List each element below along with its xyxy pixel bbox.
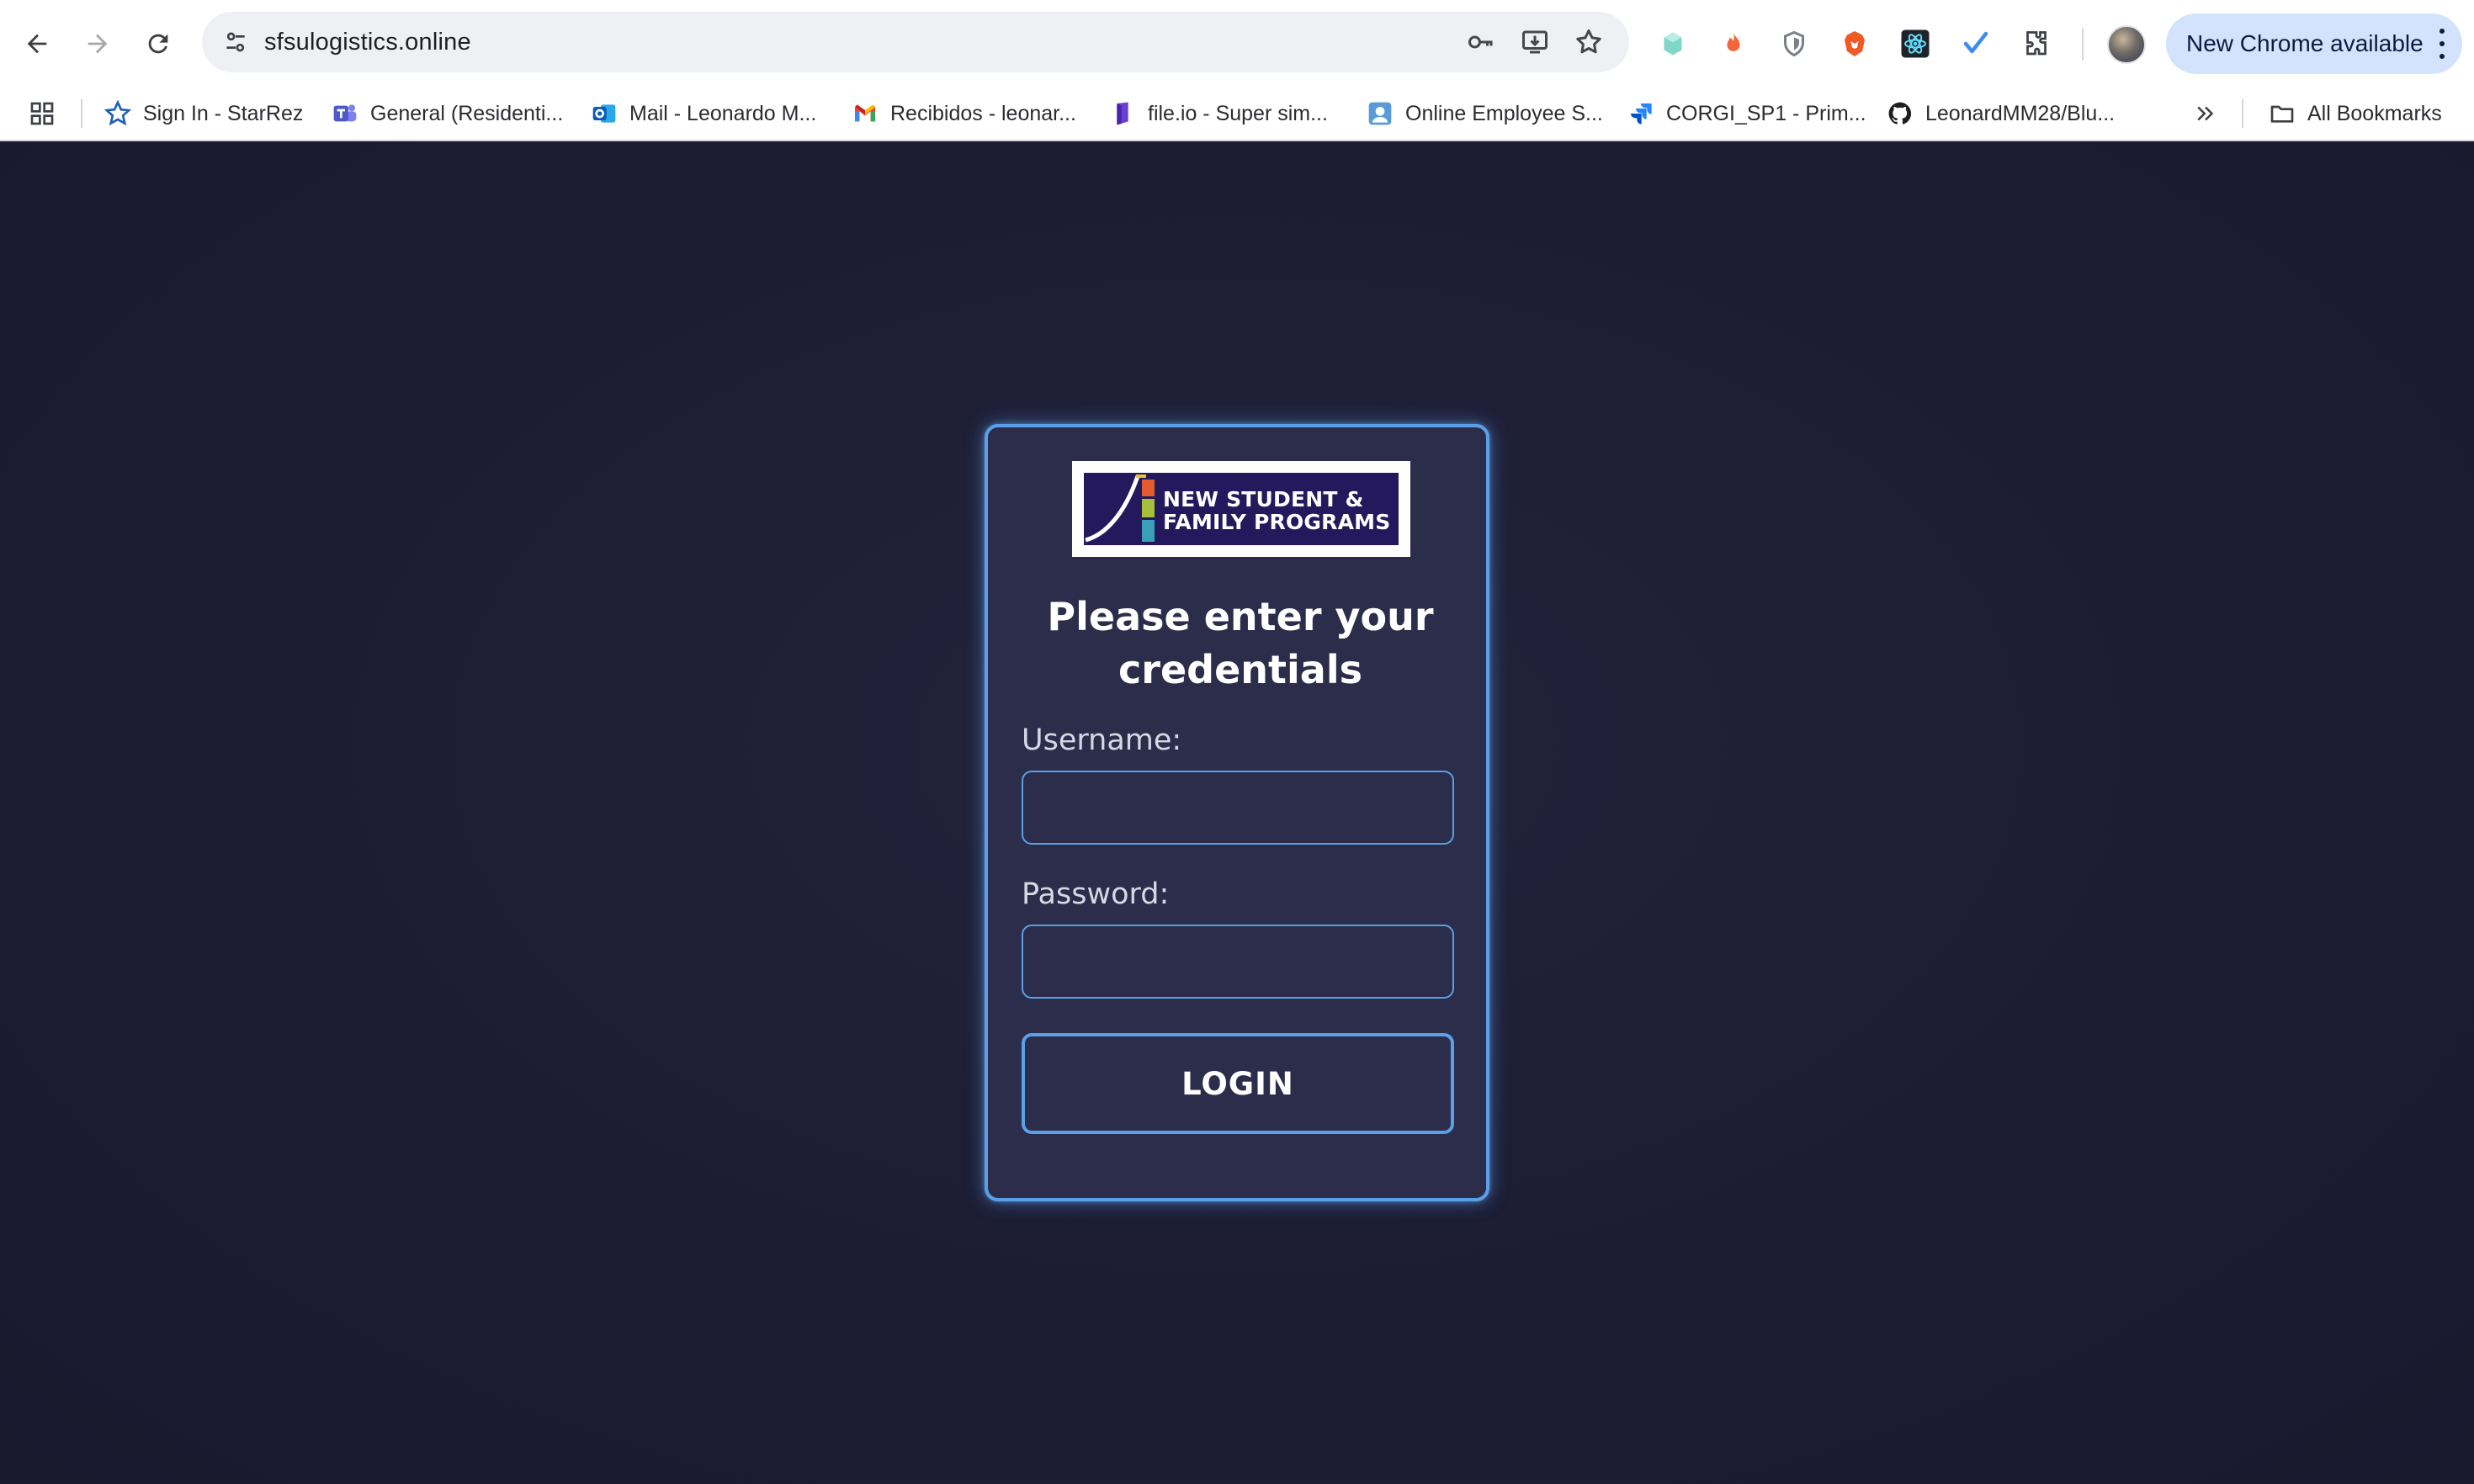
bookmark-github[interactable]: LeonardMM28/Blu...	[1887, 94, 2115, 133]
bookmark-label: CORGI_SP1 - Prim...	[1666, 101, 1866, 125]
browser-toolbar: sfsulogistics.online New Chrome availabl…	[0, 0, 2474, 87]
bookmark-gmail[interactable]: Recibidos - leonar...	[852, 94, 1076, 133]
bookmark-label: Mail - Leonardo M...	[629, 101, 817, 125]
password-key-button[interactable]	[1463, 24, 1500, 61]
browser-chrome: sfsulogistics.online New Chrome availabl…	[0, 0, 2474, 141]
extension-3[interactable]	[1776, 25, 1813, 62]
bookmark-label: Online Employee S...	[1405, 101, 1603, 125]
puzzle-icon	[2026, 31, 2047, 56]
bookmark-employee[interactable]: Online Employee S...	[1367, 94, 1603, 133]
extension-5[interactable]	[1897, 25, 1934, 62]
gmail-icon	[852, 100, 879, 127]
login-button[interactable]: LOGIN	[1022, 1033, 1454, 1134]
username-input[interactable]	[1022, 771, 1454, 845]
apps-button[interactable]	[29, 94, 56, 133]
bookmark-fileio[interactable]: file.io - Super sim...	[1109, 94, 1328, 133]
heading-line-2: credentials	[1118, 647, 1362, 692]
site-info-button[interactable]	[214, 20, 257, 64]
login-card: NEW STUDENT & FAMILY PROGRAMS Please ent…	[985, 424, 1489, 1201]
outlook-icon	[591, 100, 618, 127]
bookmarks-bar: Sign In - StarRez General (Residenti... …	[0, 87, 2474, 140]
bookmark-outlook[interactable]: Mail - Leonardo M...	[591, 94, 816, 133]
checkmark-extension-icon	[1963, 31, 1988, 54]
new-chrome-available-button[interactable]: New Chrome available	[2166, 13, 2462, 74]
new-student-family-programs-logo: NEW STUDENT & FAMILY PROGRAMS	[1072, 461, 1410, 557]
logo-mark-icon	[1085, 474, 1155, 543]
cube-extension-icon	[1664, 32, 1682, 56]
heading-line-1: Please enter your	[1047, 594, 1434, 639]
bookmark-label: file.io - Super sim...	[1148, 101, 1328, 125]
bookmark-starrez[interactable]: Sign In - StarRez	[104, 94, 303, 133]
extensions-menu-button[interactable]	[2018, 25, 2055, 62]
bookmark-teams[interactable]: General (Residenti...	[332, 94, 563, 133]
arrow-right-icon	[88, 34, 108, 54]
bookmarks-divider	[81, 99, 82, 128]
login-heading: Please enter your credentials	[1005, 591, 1476, 697]
bookmark-jira[interactable]: CORGI_SP1 - Prim...	[1627, 94, 1866, 133]
jira-icon	[1627, 100, 1654, 127]
fileio-icon	[1109, 100, 1136, 127]
flame-extension-icon	[1727, 32, 1740, 51]
install-app-button[interactable]	[1516, 24, 1553, 61]
bookmark-label: Recibidos - leonar...	[890, 101, 1076, 125]
star-outline-icon	[1576, 29, 1601, 54]
update-label: New Chrome available	[2186, 30, 2424, 56]
extension-4[interactable]	[1836, 25, 1873, 62]
extension-2[interactable]	[1715, 25, 1752, 62]
back-button[interactable]	[12, 19, 62, 69]
logo-text: NEW STUDENT & FAMILY PROGRAMS	[1163, 488, 1390, 533]
profile-avatar[interactable]	[2107, 25, 2146, 64]
bookmark-label: General (Residenti...	[370, 101, 564, 125]
arrow-left-icon	[27, 34, 47, 54]
employee-icon	[1367, 100, 1394, 127]
all-bookmarks-label: All Bookmarks	[2307, 101, 2442, 125]
all-bookmarks-button[interactable]: All Bookmarks	[2269, 94, 2442, 133]
key-icon	[1468, 35, 1493, 49]
toolbar-divider	[2082, 29, 2084, 61]
apps-grid-icon	[30, 102, 54, 125]
bookmark-star-button[interactable]	[1570, 24, 1607, 61]
password-input[interactable]	[1022, 925, 1454, 999]
double-chevron-right-icon	[2197, 106, 2214, 121]
username-label: Username:	[1022, 723, 1182, 757]
bookmark-label: LeonardMM28/Blu...	[1925, 101, 2116, 125]
reload-button[interactable]	[133, 19, 183, 69]
reload-icon	[148, 34, 168, 54]
logo-line-1: NEW STUDENT &	[1163, 487, 1364, 511]
teams-icon	[332, 100, 358, 127]
tune-icon	[226, 32, 245, 52]
page-content: NEW STUDENT & FAMILY PROGRAMS Please ent…	[0, 141, 2474, 1484]
star-icon	[104, 100, 131, 127]
install-icon	[1522, 30, 1548, 54]
extension-6[interactable]	[1957, 25, 1994, 62]
password-label: Password:	[1022, 877, 1170, 911]
logo-banner: NEW STUDENT & FAMILY PROGRAMS	[1084, 473, 1399, 545]
brave-lion-icon	[1845, 31, 1865, 56]
address-bar[interactable]: sfsulogistics.online	[202, 12, 1629, 72]
bookmark-label: Sign In - StarRez	[143, 101, 304, 125]
more-menu-icon[interactable]	[2437, 29, 2447, 59]
shield-extension-icon	[1784, 30, 1804, 57]
folder-icon	[2269, 100, 2296, 127]
url-text[interactable]: sfsulogistics.online	[264, 12, 471, 72]
extension-1[interactable]	[1654, 25, 1691, 62]
more-bookmarks-button[interactable]	[2193, 94, 2218, 133]
github-icon	[1887, 100, 1914, 127]
bookmarks-divider	[2242, 99, 2243, 128]
forward-button[interactable]	[72, 19, 123, 69]
logo-line-2: FAMILY PROGRAMS	[1163, 510, 1391, 534]
react-devtools-icon	[1901, 29, 1930, 58]
